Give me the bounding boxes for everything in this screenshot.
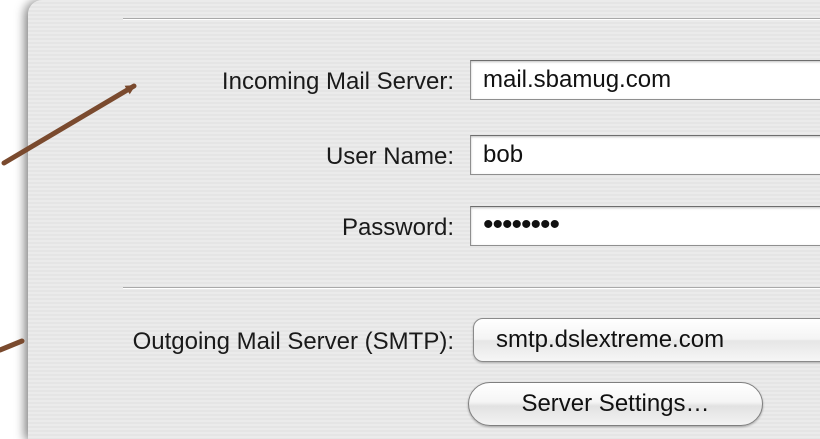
arrow-to-outgoing-server [0, 338, 25, 353]
password-label: Password: [341, 214, 454, 241]
middle-divider [123, 287, 820, 289]
password-field[interactable]: •••••••• [470, 206, 820, 246]
server-settings-button[interactable]: Server Settings… [468, 382, 763, 426]
outgoing-mail-server-popup[interactable]: smtp.dslextreme.com [473, 318, 820, 362]
top-divider [123, 18, 820, 20]
outgoing-mail-server-label: Outgoing Mail Server (SMTP): [132, 328, 454, 355]
incoming-mail-server-label: Incoming Mail Server: [221, 68, 454, 95]
user-name-label: User Name: [325, 143, 454, 170]
account-settings-panel: Incoming Mail Server: mail.sbamug.com Us… [28, 0, 820, 439]
incoming-mail-server-field[interactable]: mail.sbamug.com [470, 60, 820, 100]
screenshot-stage: Incoming Mail Server: mail.sbamug.com Us… [0, 0, 820, 439]
user-name-field[interactable]: bob [470, 135, 820, 175]
